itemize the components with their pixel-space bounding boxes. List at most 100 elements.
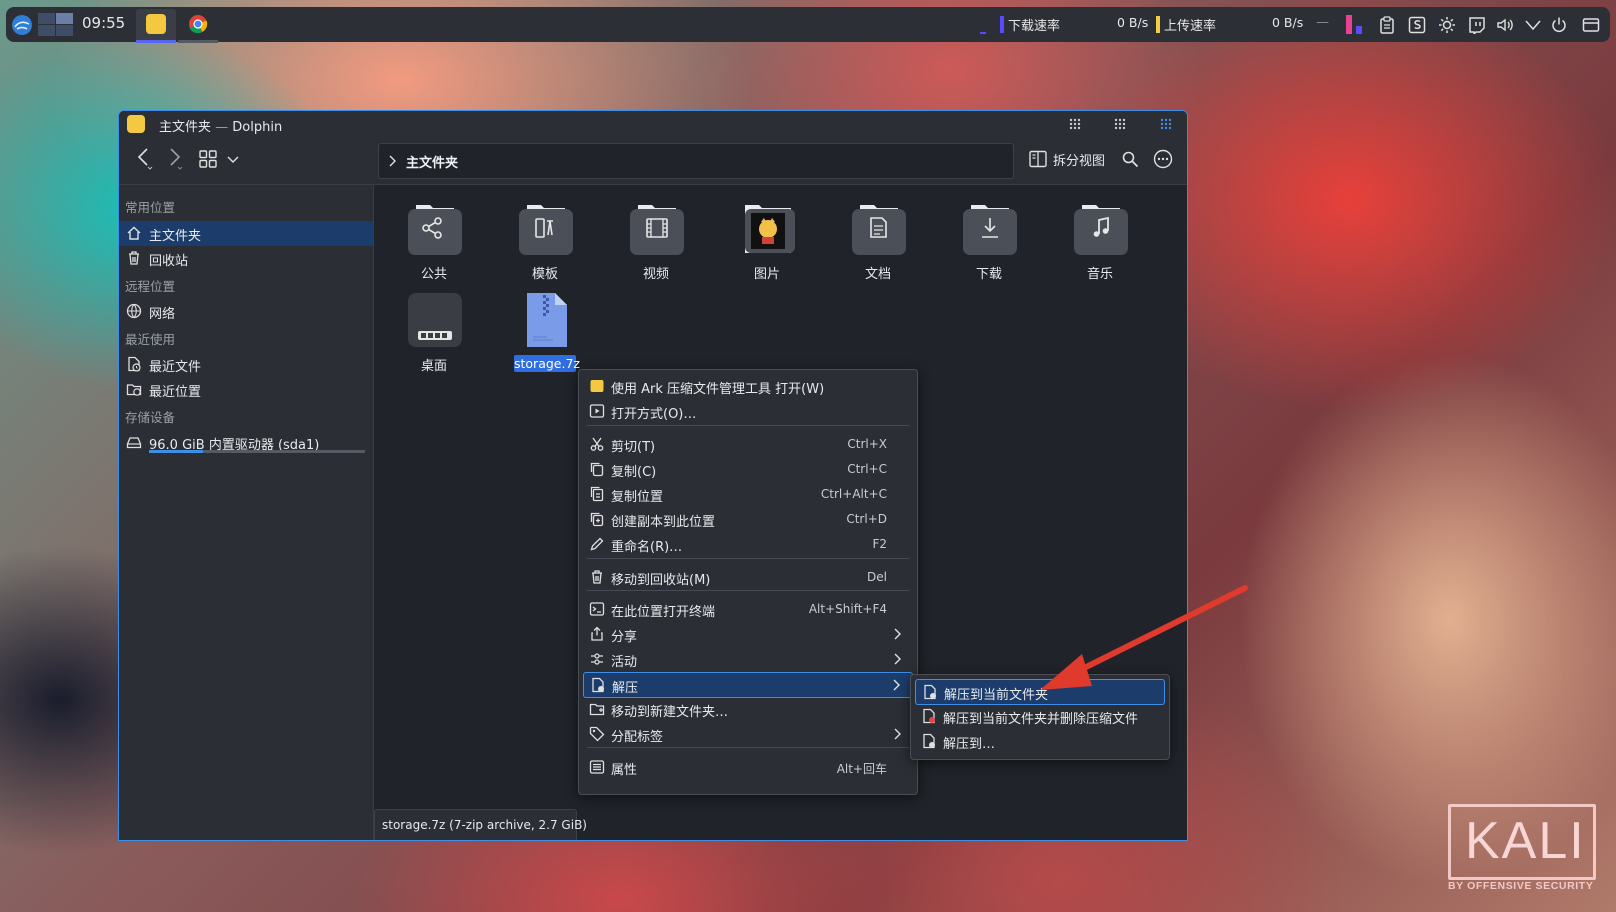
file-item-template[interactable]: 模板 xyxy=(495,193,595,283)
close-button[interactable] xyxy=(1159,117,1173,131)
task-dolphin[interactable] xyxy=(136,9,176,43)
extract-icon xyxy=(592,677,604,693)
sidebar-item-drive[interactable]: 96.0 GiB 内置驱动器 (sda1) xyxy=(119,430,373,455)
document-icon xyxy=(852,205,906,255)
dolphin-title-icon xyxy=(127,115,145,133)
menu-item-label: 在此位置打开终端 xyxy=(611,605,716,620)
show-desktop-icon[interactable] xyxy=(1582,16,1600,34)
toolbar: 主文件夹 拆分视图 xyxy=(119,136,1187,185)
menu-item-trash[interactable]: 移动到回收站(M) Del xyxy=(583,565,913,589)
menu-item-open-with[interactable]: 打开方式(O)… xyxy=(583,399,913,423)
workspace-pager[interactable] xyxy=(38,13,74,37)
menu-item-tag[interactable]: 分配标签 xyxy=(583,722,913,746)
properties-icon xyxy=(589,760,605,774)
submenu-item-label: 解压到… xyxy=(943,737,996,752)
menu-separator xyxy=(587,590,909,591)
clock[interactable]: 09:55 xyxy=(82,14,125,32)
submenu-item-extract-delete[interactable]: 解压到当前文件夹并删除压缩文件 xyxy=(915,704,1165,728)
menu-item-shortcut: Ctrl+C xyxy=(847,462,887,476)
title-bar[interactable]: 主文件夹 — Dolphin xyxy=(119,111,1187,136)
copy-location-icon xyxy=(590,486,604,502)
menu-item-activities[interactable]: 活动 xyxy=(583,647,913,671)
ark-icon xyxy=(590,380,604,392)
menu-item-extract[interactable]: 解压 xyxy=(583,672,913,698)
location-bar[interactable]: 主文件夹 xyxy=(378,143,1014,179)
file-item-archive[interactable]: storage.7z xyxy=(495,285,595,375)
file-item-label: 视频 xyxy=(642,267,669,282)
menu-item-shortcut: Ctrl+X xyxy=(847,437,887,451)
menu-item-share[interactable]: 分享 xyxy=(583,622,913,646)
forward-button[interactable] xyxy=(165,146,187,170)
sidebar-item-trash[interactable]: 回收站 xyxy=(119,246,373,271)
sidebar-item-recent-locations[interactable]: 最近位置 xyxy=(119,377,373,402)
breadcrumb-home[interactable]: 主文件夹 xyxy=(406,152,458,171)
twitch-icon[interactable] xyxy=(1468,16,1486,34)
menu-item-ark[interactable]: 使用 Ark 压缩文件管理工具 打开(W) xyxy=(583,374,913,398)
file-item-share[interactable]: 公共 xyxy=(384,193,484,283)
sidebar-item-home[interactable]: 主文件夹 xyxy=(119,221,373,246)
view-mode-dropdown-icon[interactable] xyxy=(227,153,239,165)
home-icon xyxy=(127,226,141,240)
power-icon[interactable] xyxy=(1550,16,1568,34)
tray-expand-icon[interactable] xyxy=(1524,16,1542,34)
archive-icon xyxy=(527,293,567,347)
menu-item-copy[interactable]: 复制(C) Ctrl+C xyxy=(583,457,913,481)
menu-item-duplicate[interactable]: 创建副本到此位置 Ctrl+D xyxy=(583,507,913,531)
menu-item-new-folder[interactable]: 移动到新建文件夹… xyxy=(583,697,913,721)
submenu-item-extract-to[interactable]: 解压到… xyxy=(915,729,1165,753)
search-icon[interactable] xyxy=(1121,150,1139,168)
music-icon xyxy=(1074,205,1128,255)
file-item-desktop[interactable]: 桌面 xyxy=(384,285,484,375)
minimize-button[interactable] xyxy=(1068,117,1082,131)
task-chrome[interactable] xyxy=(178,9,218,43)
menu-item-rename[interactable]: 重命名(R)… F2 xyxy=(583,532,913,556)
menu-item-shortcut: F2 xyxy=(872,537,887,551)
app-launcher-icon[interactable] xyxy=(11,14,33,36)
menu-item-cut[interactable]: 剪切(T) Ctrl+X xyxy=(583,432,913,456)
back-button[interactable] xyxy=(135,146,157,170)
file-item-pictures[interactable]: 图片 xyxy=(717,193,817,283)
sticky-s-icon[interactable] xyxy=(1408,16,1426,34)
window-title-app: Dolphin xyxy=(232,120,283,135)
upload-value: 0 B/s xyxy=(1272,15,1304,30)
share-icon xyxy=(591,626,603,641)
view-mode-icon[interactable] xyxy=(199,150,217,168)
menu-item-copy-location[interactable]: 复制位置 Ctrl+Alt+C xyxy=(583,482,913,506)
menu-item-shortcut: Del xyxy=(867,570,887,584)
brightness-icon[interactable] xyxy=(1438,16,1456,34)
menu-item-terminal[interactable]: 在此位置打开终端 Alt+Shift+F4 xyxy=(583,597,913,621)
menu-item-shortcut: Ctrl+D xyxy=(846,512,887,526)
menu-item-label: 分享 xyxy=(611,630,638,645)
file-item-download[interactable]: 下载 xyxy=(939,193,1039,283)
sidebar-item-label: 网络 xyxy=(149,307,176,322)
menu-item-shortcut: Alt+回车 xyxy=(836,762,887,776)
menu-item-label: 创建副本到此位置 xyxy=(611,515,716,530)
cpu-monitor[interactable] xyxy=(1346,15,1364,34)
split-view-button[interactable]: 拆分视图 xyxy=(1029,148,1109,170)
file-item-label: 公共 xyxy=(420,267,447,282)
pictures-icon xyxy=(745,205,795,253)
sidebar-section-heading: 存储设备 xyxy=(125,410,176,425)
open-with-icon xyxy=(589,404,605,418)
menu-item-properties[interactable]: 属性 Alt+回车 xyxy=(583,755,913,779)
maximize-button[interactable] xyxy=(1113,117,1127,131)
file-item-label: 下载 xyxy=(975,267,1002,282)
drive-icon xyxy=(126,437,142,449)
clipboard-icon[interactable] xyxy=(1378,16,1396,34)
kali-tagline: BY OFFENSIVE SECURITY xyxy=(1448,880,1594,892)
menu-item-shortcut: Alt+Shift+F4 xyxy=(808,602,887,616)
kali-watermark-logo: KALI xyxy=(1448,804,1596,880)
more-menu-icon[interactable] xyxy=(1153,149,1173,169)
download-icon xyxy=(963,205,1017,255)
submenu-chevron-icon xyxy=(894,653,901,665)
file-item-music[interactable]: 音乐 xyxy=(1050,193,1150,283)
file-item-label: 文档 xyxy=(864,267,891,282)
download-bar-mini xyxy=(980,32,986,34)
volume-icon[interactable] xyxy=(1496,16,1514,34)
sidebar-item-network[interactable]: 网络 xyxy=(119,299,373,324)
file-item-document[interactable]: 文档 xyxy=(828,193,928,283)
file-item-video[interactable]: 视频 xyxy=(606,193,706,283)
sidebar-item-label: 回收站 xyxy=(149,254,189,269)
sidebar-item-recent-files[interactable]: 最近文件 xyxy=(119,352,373,377)
dolphin-app-icon xyxy=(146,14,166,34)
